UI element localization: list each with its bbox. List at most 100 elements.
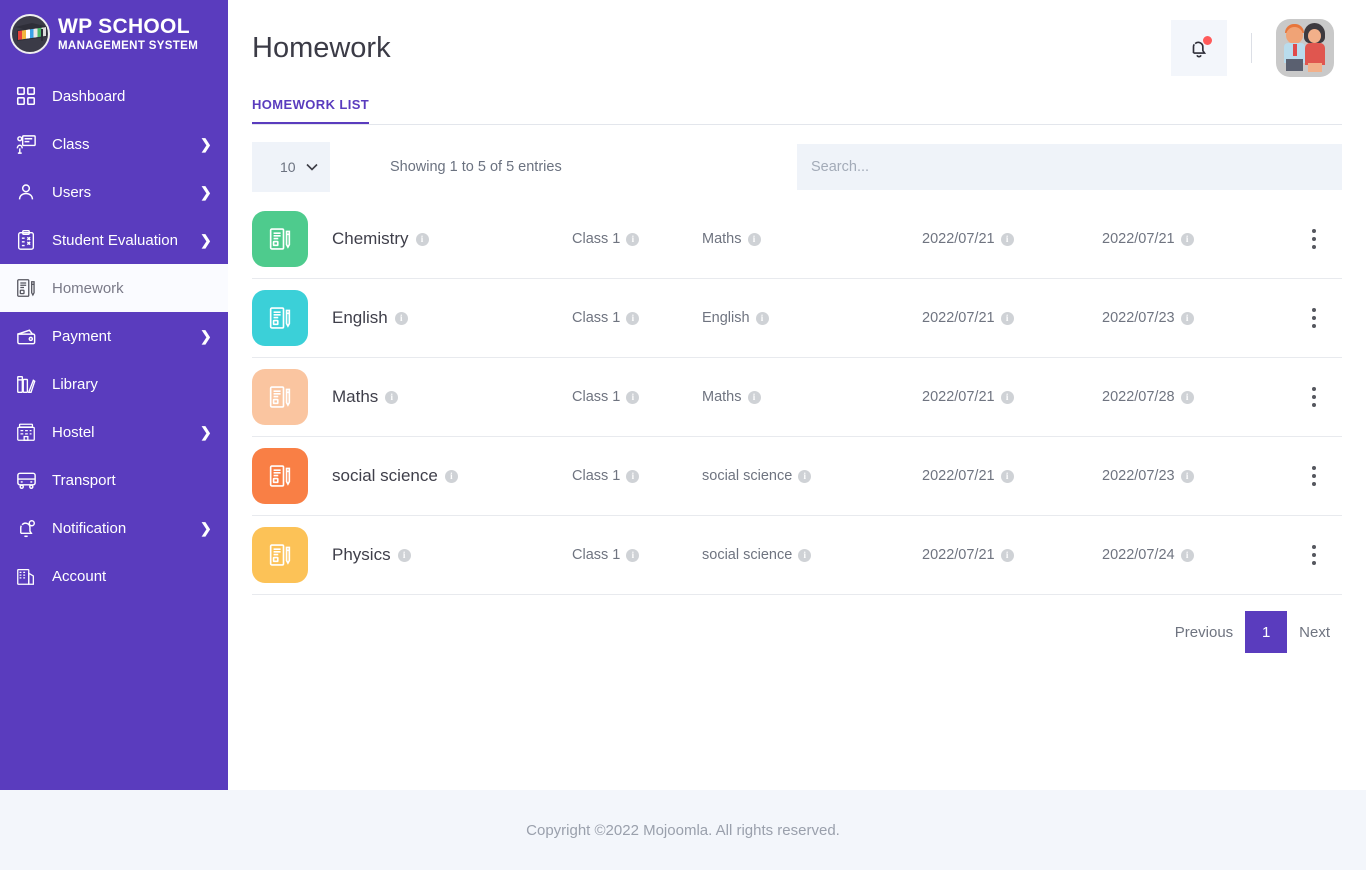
info-icon[interactable]: i <box>394 311 408 325</box>
topbar-divider <box>1251 33 1252 63</box>
info-icon[interactable]: i <box>626 232 640 246</box>
sidebar-item-account[interactable]: Account <box>0 552 228 600</box>
info-icon[interactable]: i <box>1000 390 1014 404</box>
sidebar-item-label: Payment <box>52 327 112 345</box>
row-class-cell: Class 1 i <box>572 547 702 563</box>
info-icon[interactable]: i <box>747 390 761 404</box>
sidebar-item-student-evaluation[interactable]: Student Evaluation ❯ <box>0 216 228 264</box>
date-due-value: 2022/07/28 <box>1102 389 1175 405</box>
chevron-right-icon: ❯ <box>200 232 212 248</box>
notebook-pencil-icon <box>252 369 308 425</box>
info-icon[interactable]: i <box>747 232 761 246</box>
info-icon[interactable]: i <box>385 390 399 404</box>
table-toolbar: 10 Showing 1 to 5 of 5 entries <box>228 126 1366 200</box>
bus-icon <box>14 468 38 492</box>
top-bar-actions <box>1171 19 1334 77</box>
chevron-right-icon: ❯ <box>200 328 212 344</box>
subject-value: social science <box>702 547 793 563</box>
date-assigned-value: 2022/07/21 <box>922 468 995 484</box>
info-icon[interactable]: i <box>397 548 411 562</box>
row-menu-icon[interactable] <box>1304 381 1324 413</box>
row-actions-cell <box>1292 302 1342 334</box>
notebook-pencil-icon <box>14 276 38 300</box>
sidebar-item-users[interactable]: Users ❯ <box>0 168 228 216</box>
row-date-assigned-cell: 2022/07/21 i <box>922 389 1102 405</box>
row-menu-icon[interactable] <box>1304 302 1324 334</box>
info-icon[interactable]: i <box>755 311 769 325</box>
sidebar-item-label: Class <box>52 135 90 153</box>
pagination-page-1[interactable]: 1 <box>1245 611 1288 653</box>
app-root: WP SCHOOL MANAGEMENT SYSTEM Dashboard Cl… <box>0 0 1366 870</box>
homework-title: Chemistry <box>332 229 409 248</box>
table-row[interactable]: social science i Class 1 i social scienc… <box>252 437 1342 516</box>
brand[interactable]: WP SCHOOL MANAGEMENT SYSTEM <box>0 0 228 72</box>
date-assigned-value: 2022/07/21 <box>922 310 995 326</box>
info-icon[interactable]: i <box>1000 469 1014 483</box>
chevron-right-icon: ❯ <box>200 184 212 200</box>
info-icon[interactable]: i <box>798 469 812 483</box>
pagination-previous[interactable]: Previous <box>1163 611 1245 653</box>
info-icon[interactable]: i <box>444 469 458 483</box>
subject-value: English <box>702 310 750 326</box>
sidebar-item-library[interactable]: Library <box>0 360 228 408</box>
table-row[interactable]: Chemistry i Class 1 i Maths i 2022/07/21… <box>252 200 1342 279</box>
sidebar-item-dashboard[interactable]: Dashboard <box>0 72 228 120</box>
row-date-due-cell: 2022/07/28 i <box>1102 389 1292 405</box>
sidebar: WP SCHOOL MANAGEMENT SYSTEM Dashboard Cl… <box>0 0 228 790</box>
page-length-select[interactable]: 10 <box>252 142 330 192</box>
sidebar-item-notification[interactable]: Notification ❯ <box>0 504 228 552</box>
top-bar: Homework <box>228 0 1366 96</box>
info-icon[interactable]: i <box>626 469 640 483</box>
row-actions-cell <box>1292 223 1342 255</box>
notification-button[interactable] <box>1171 20 1227 76</box>
info-icon[interactable]: i <box>626 311 640 325</box>
bank-building-icon <box>14 564 38 588</box>
row-menu-icon[interactable] <box>1304 539 1324 571</box>
info-icon[interactable]: i <box>798 548 812 562</box>
pagination-next[interactable]: Next <box>1287 611 1342 653</box>
date-due-value: 2022/07/21 <box>1102 231 1175 247</box>
brand-title: WP SCHOOL <box>58 14 190 38</box>
info-icon[interactable]: i <box>1180 390 1194 404</box>
sidebar-item-homework[interactable]: Homework <box>0 264 228 312</box>
row-subject-cell: social science i <box>702 547 922 563</box>
tab-homework-list[interactable]: HOMEWORK LIST <box>252 97 370 125</box>
sidebar-item-hostel[interactable]: Hostel ❯ <box>0 408 228 456</box>
info-icon[interactable]: i <box>1180 469 1194 483</box>
row-actions-cell <box>1292 539 1342 571</box>
info-icon[interactable]: i <box>1000 548 1014 562</box>
avatar[interactable] <box>1276 19 1334 77</box>
info-icon[interactable]: i <box>1180 548 1194 562</box>
sidebar-item-class[interactable]: Class ❯ <box>0 120 228 168</box>
info-icon[interactable]: i <box>1000 311 1014 325</box>
copyright-text: Copyright ©2022 Mojoomla. All rights res… <box>526 821 840 839</box>
sidebar-item-label: Dashboard <box>52 87 126 105</box>
info-icon[interactable]: i <box>626 548 640 562</box>
wallet-icon <box>14 324 38 348</box>
date-due-value: 2022/07/24 <box>1102 547 1175 563</box>
info-icon[interactable]: i <box>1180 311 1194 325</box>
info-icon[interactable]: i <box>1000 232 1014 246</box>
table-row[interactable]: Maths i Class 1 i Maths i 2022/07/21 i 2… <box>252 358 1342 437</box>
sidebar-item-transport[interactable]: Transport <box>0 456 228 504</box>
row-menu-icon[interactable] <box>1304 460 1324 492</box>
row-menu-icon[interactable] <box>1304 223 1324 255</box>
table-row[interactable]: English i Class 1 i English i 2022/07/21… <box>252 279 1342 358</box>
tab-bar-rule <box>252 124 1342 125</box>
grid-icon <box>14 84 38 108</box>
tab-bar: HOMEWORK LIST <box>228 96 1366 125</box>
table-row[interactable]: Physics i Class 1 i social science i 202… <box>252 516 1342 595</box>
sidebar-item-payment[interactable]: Payment ❯ <box>0 312 228 360</box>
clipboard-check-icon <box>14 228 38 252</box>
info-icon[interactable]: i <box>1180 232 1194 246</box>
row-actions-cell <box>1292 460 1342 492</box>
class-value: Class 1 <box>572 310 621 326</box>
sidebar-nav: Dashboard Class ❯ Users ❯ Student Evalua… <box>0 72 228 600</box>
info-icon[interactable]: i <box>415 232 429 246</box>
search-input[interactable] <box>797 144 1342 190</box>
sidebar-item-label: Users <box>52 183 92 201</box>
row-title-cell: Maths i <box>332 387 572 407</box>
date-due-value: 2022/07/23 <box>1102 468 1175 484</box>
pagination: Previous 1 Next <box>228 595 1366 653</box>
info-icon[interactable]: i <box>626 390 640 404</box>
